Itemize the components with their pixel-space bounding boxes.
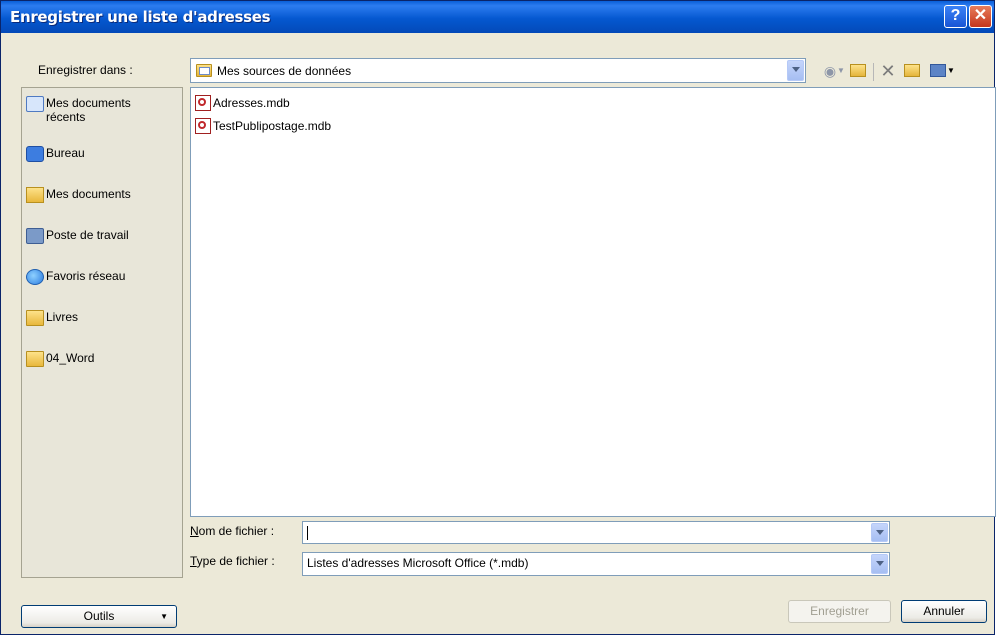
save-in-value: Mes sources de données [217,64,352,78]
filename-label: Nom de fichier : [190,524,274,538]
toolbar-separator [873,63,874,81]
filetype-value: Listes d'adresses Microsoft Office (*.md… [307,556,529,570]
list-item[interactable]: TestPublipostage.mdb [195,117,331,135]
access-database-icon [195,95,211,111]
list-item[interactable]: Adresses.mdb [195,94,290,112]
save-in-label: Enregistrer dans : [38,63,133,77]
computer-icon [26,228,44,244]
filetype-label-accesskey: T [190,554,197,568]
help-button[interactable]: ? [944,5,967,28]
chevron-down-icon[interactable] [871,554,888,574]
filetype-label-text: ype de fichier : [196,554,275,568]
place-label: Mes documents récents [46,96,131,124]
folder-icon [26,310,44,326]
save-in-dropdown[interactable]: Mes sources de données [190,58,806,83]
place-recent-documents[interactable]: Mes documents récents [26,96,136,124]
place-computer[interactable]: Poste de travail [26,228,129,244]
place-label: Mes documents [46,187,131,201]
dialog-title: Enregistrer une liste d'adresses [10,8,271,26]
place-my-documents[interactable]: Mes documents [26,187,131,203]
new-folder-icon [904,64,920,77]
place-label: Livres [46,310,79,324]
views-button[interactable] [928,61,948,81]
folder-icon [196,64,212,77]
filename-field[interactable] [302,521,890,544]
file-list[interactable]: Adresses.mdb TestPublipostage.mdb [190,87,996,517]
save-address-list-dialog: Enregistrer une liste d'adresses ? ✕ Enr… [0,0,996,635]
views-dropdown-icon[interactable]: ▼ [946,61,956,81]
place-network[interactable]: Favoris réseau [26,269,125,285]
close-button[interactable]: ✕ [969,5,992,28]
place-livres[interactable]: Livres [26,310,78,326]
up-one-level-button[interactable] [848,61,868,81]
place-desktop[interactable]: Bureau [26,146,85,162]
access-database-icon [195,118,211,134]
place-label: 04_Word [46,351,95,365]
text-caret [307,526,308,540]
chevron-down-icon[interactable] [787,60,804,81]
new-folder-button[interactable] [902,61,922,81]
save-button[interactable]: Enregistrer [788,600,891,623]
recent-documents-icon [26,96,44,112]
back-dropdown-icon[interactable]: ▼ [836,61,846,81]
place-label: Bureau [46,146,85,160]
filename-label-accesskey: N [190,524,199,538]
chevron-down-icon[interactable] [871,523,888,542]
network-icon [26,269,44,285]
file-name: Adresses.mdb [213,96,290,110]
file-name: TestPublipostage.mdb [213,119,332,133]
filetype-label: Type de fichier : [190,554,275,568]
title-bar[interactable]: Enregistrer une liste d'adresses ? ✕ [1,1,994,33]
toolbar: ◉ ▼ ✕ ▼ [816,59,996,83]
tools-dropdown-icon: ▼ [160,612,168,621]
filetype-dropdown[interactable]: Listes d'adresses Microsoft Office (*.md… [302,552,890,576]
tools-label: Outils [83,609,115,623]
up-folder-icon [850,64,866,77]
delete-button[interactable]: ✕ [878,61,898,81]
places-bar: Mes documents récents Bureau Mes documen… [21,87,183,578]
place-label: Favoris réseau [46,269,126,283]
views-icon [930,64,946,77]
place-label: Poste de travail [46,228,129,242]
folder-icon [26,351,44,367]
tools-button[interactable]: Outils ▼ [21,605,177,628]
my-documents-icon [26,187,44,203]
cancel-button[interactable]: Annuler [901,600,987,623]
place-04-word[interactable]: 04_Word [26,351,94,367]
filename-label-text: om de fichier : [198,524,275,538]
desktop-icon [26,146,44,162]
